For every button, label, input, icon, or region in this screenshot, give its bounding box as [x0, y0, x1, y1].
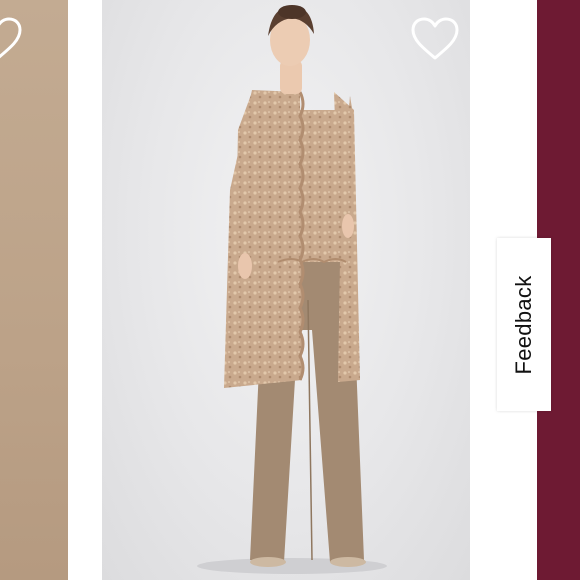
heart-icon[interactable] — [0, 16, 24, 62]
main-product-card[interactable] — [102, 0, 470, 580]
previous-product-card[interactable] — [0, 0, 68, 580]
product-image-carousel[interactable] — [0, 0, 580, 580]
heart-icon[interactable] — [409, 16, 461, 62]
feedback-button[interactable]: Feedback — [497, 238, 551, 411]
feedback-label: Feedback — [511, 274, 536, 375]
product-photo — [197, 5, 387, 574]
